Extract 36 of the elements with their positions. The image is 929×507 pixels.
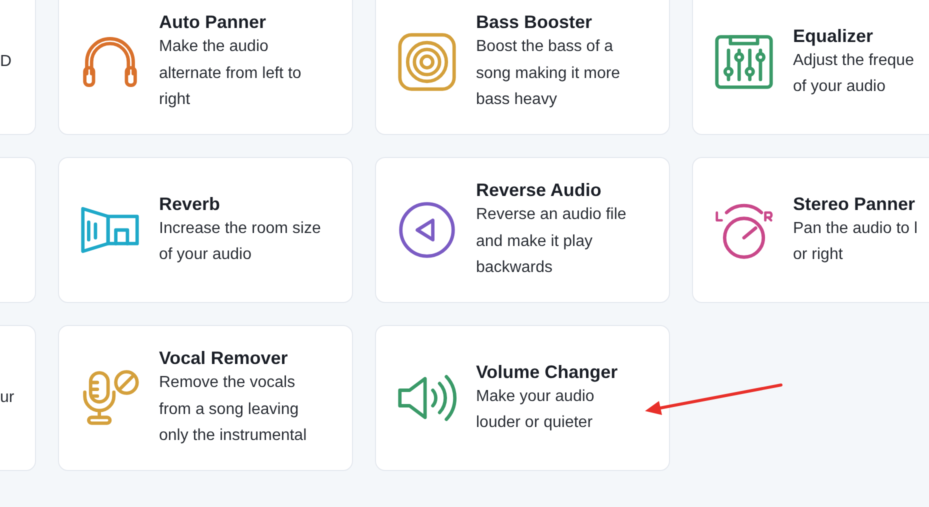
tool-description: Make the audio alternate from left to right bbox=[159, 37, 302, 110]
tool-description: Make your audio louder or quieter bbox=[476, 386, 596, 433]
tool-title: Equalizer bbox=[793, 24, 874, 48]
tool-title: Volume Changer bbox=[476, 360, 618, 384]
tool-title: Stereo Panner bbox=[793, 192, 916, 216]
tool-description: D bbox=[0, 52, 12, 72]
tool-title: Reverb bbox=[159, 192, 222, 216]
microphone-off-icon bbox=[83, 370, 139, 425]
speaker-icon bbox=[398, 33, 456, 91]
equalizer-icon bbox=[715, 35, 773, 89]
tool-card[interactable]: Equalizer Adjust the freque of your audio bbox=[692, 0, 929, 135]
tool-description: Reverse an audio file and make it play backwards bbox=[476, 205, 626, 278]
tool-description: Boost the bass of a song making it more bass heavy bbox=[476, 37, 620, 110]
tool-description: Remove the vocals from a song leaving only the instrumental bbox=[159, 373, 307, 446]
tool-card[interactable]: Reverb Increase the room size of your audio bbox=[58, 157, 353, 303]
tool-card[interactable]: Reverse Audio Reverse an audio file and make it play backwards bbox=[375, 157, 670, 303]
tool-title: Vocal Remover bbox=[159, 347, 289, 370]
tool-title: Bass Booster bbox=[476, 11, 594, 34]
tool-card[interactable]: Volume Changer Make your audio louder or quieter bbox=[375, 325, 670, 471]
tool-description: Pan the audio to l or right bbox=[793, 218, 918, 265]
tool-title: Auto Panner bbox=[159, 11, 268, 34]
room-icon bbox=[81, 207, 139, 253]
tool-description: Increase the room size of your audio bbox=[159, 218, 321, 265]
tool-card[interactable]: Stereo Panner Pan the audio to l or right bbox=[692, 157, 929, 303]
tool-card[interactable]: Vocal Remover Remove the vocals from a song leaving only the instrumental bbox=[58, 325, 353, 471]
tool-description: ur bbox=[0, 388, 14, 408]
pan-knob-icon bbox=[716, 204, 773, 259]
headphones-icon bbox=[83, 37, 137, 87]
tool-title: Reverse Audio bbox=[476, 179, 602, 202]
tool-card[interactable]: Auto Panner Make the audio alternate from left to right bbox=[58, 0, 353, 135]
reverse-play-icon bbox=[399, 202, 455, 258]
tool-description: Adjust the freque of your audio bbox=[793, 50, 914, 97]
tool-card[interactable]: Bass Booster Boost the bass of a song making it more bass heavy bbox=[375, 0, 670, 135]
tool-card[interactable]: ur bbox=[0, 325, 36, 471]
tool-card[interactable]: D bbox=[0, 0, 36, 135]
speaker-volume-icon bbox=[398, 375, 457, 421]
